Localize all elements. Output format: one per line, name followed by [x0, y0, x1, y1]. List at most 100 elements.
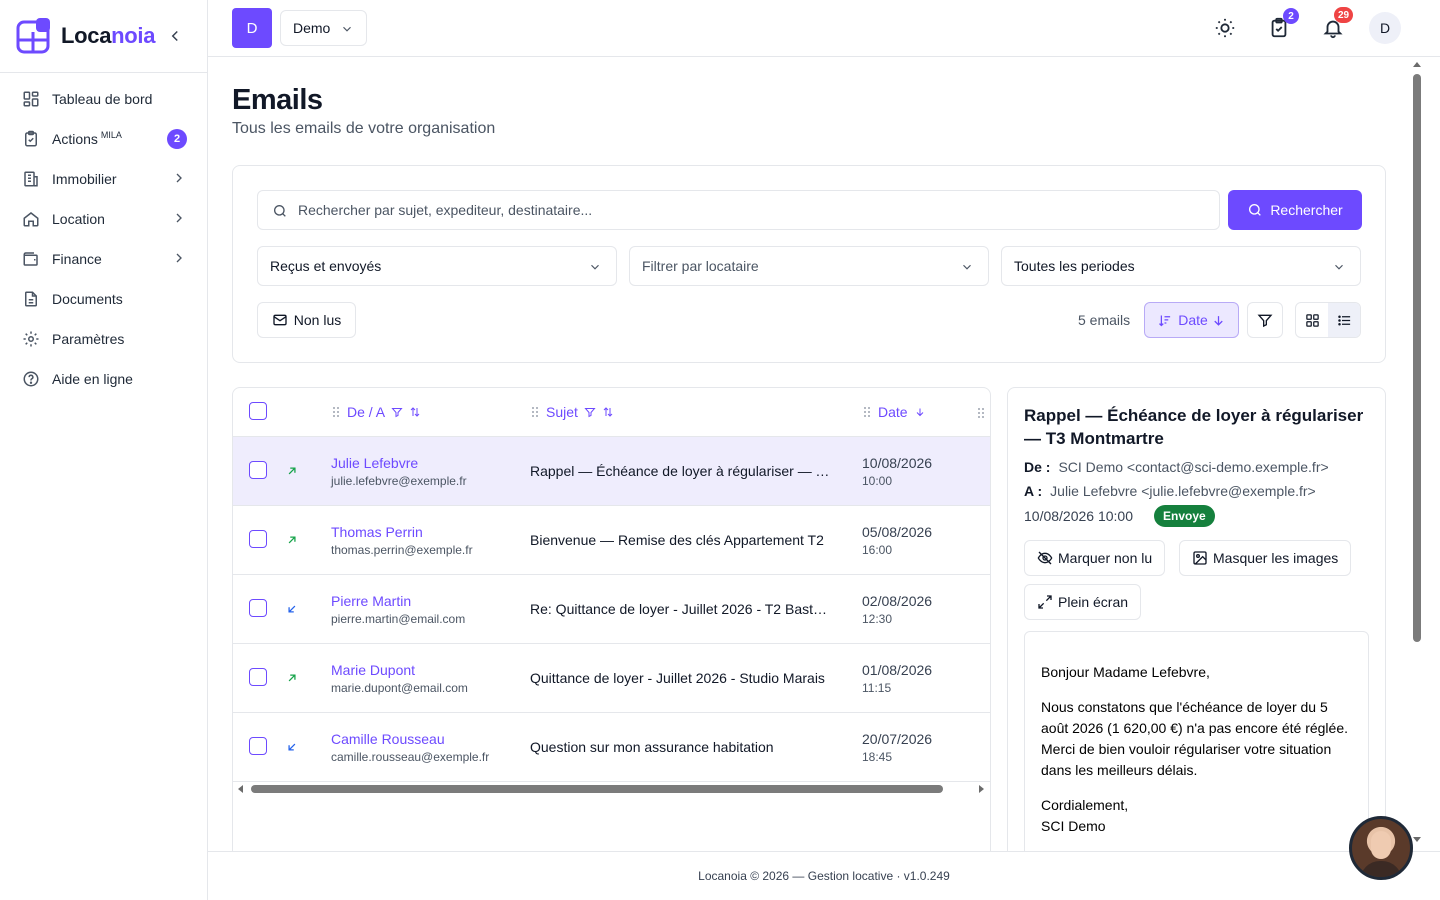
- chevron-down-icon: [960, 260, 974, 274]
- to-value: Julie Lefebvre <julie.lefebvre@exemple.f…: [1050, 483, 1316, 499]
- sort-icon: [1157, 313, 1172, 328]
- email-date: 05/08/2026: [862, 524, 933, 540]
- row-checkbox[interactable]: [249, 599, 267, 617]
- email-date: 02/08/2026: [862, 593, 933, 609]
- email-time: 10:00: [862, 474, 893, 488]
- tenant-select[interactable]: Filtrer par locataire: [629, 246, 989, 286]
- search-icon: [1247, 202, 1263, 218]
- sidebar-item-actions[interactable]: Actions MILA 2: [0, 119, 207, 159]
- sort-label: Date: [1178, 312, 1208, 328]
- user-avatar[interactable]: D: [1369, 12, 1401, 44]
- column-header-date[interactable]: Date: [862, 404, 926, 420]
- scroll-right-arrow[interactable]: [979, 785, 984, 793]
- chevron-right-icon: [171, 210, 189, 228]
- scrollbar-thumb[interactable]: [1413, 74, 1421, 642]
- row-checkbox[interactable]: [249, 530, 267, 548]
- preview-from: De : SCI Demo <contact@sci-demo.exemple.f…: [1024, 459, 1329, 475]
- column-sort-icon[interactable]: [602, 406, 614, 418]
- org-switcher[interactable]: Demo: [280, 10, 367, 46]
- topbar: D Demo 2 29 D: [208, 0, 1440, 57]
- column-label: Sujet: [546, 404, 578, 420]
- filter-panel: Rechercher Reçus et envoyés Filtrer par …: [232, 165, 1386, 363]
- sidebar-item-label: Immobilier: [52, 171, 117, 187]
- page-scrollbar[interactable]: [1410, 57, 1424, 851]
- column-label: Date: [878, 404, 908, 420]
- search-field[interactable]: [257, 190, 1220, 230]
- row-checkbox[interactable]: [249, 737, 267, 755]
- column-sort-icon[interactable]: [409, 406, 421, 418]
- contact-email: pierre.martin@email.com: [331, 612, 466, 626]
- fullscreen-button[interactable]: Plein écran: [1024, 584, 1142, 620]
- drag-handle-icon[interactable]: [976, 407, 986, 419]
- search-input[interactable]: [298, 202, 1219, 218]
- collapse-sidebar-icon[interactable]: [166, 27, 184, 45]
- sun-icon[interactable]: [1214, 17, 1236, 39]
- advanced-filter-button[interactable]: [1247, 302, 1283, 338]
- assistant-avatar[interactable]: [1349, 816, 1413, 880]
- mila-superscript: MILA: [100, 130, 122, 140]
- document-icon: [22, 290, 40, 308]
- grid-view-button[interactable]: [1296, 303, 1328, 337]
- drag-handle-icon[interactable]: [862, 406, 872, 418]
- sidebar-item-parametres[interactable]: Paramètres: [0, 319, 207, 359]
- hide-images-button[interactable]: Masquer les images: [1179, 540, 1352, 576]
- email-subject: Question sur mon assurance habitation: [530, 739, 774, 755]
- scroll-left-arrow[interactable]: [238, 785, 243, 793]
- row-checkbox[interactable]: [249, 461, 267, 479]
- table-row[interactable]: Thomas Perrin thomas.perrin@exemple.fr B…: [233, 506, 990, 575]
- column-filter-icon[interactable]: [391, 406, 403, 418]
- chevron-down-icon: [1332, 260, 1346, 274]
- contact-name[interactable]: Pierre Martin: [331, 593, 411, 609]
- column-header-subject[interactable]: Sujet: [530, 404, 614, 420]
- body-greeting: Bonjour Madame Lefebvre,: [1041, 664, 1210, 680]
- help-circle-icon: [22, 370, 40, 388]
- email-time: 16:00: [862, 543, 893, 557]
- contact-name[interactable]: Camille Rousseau: [331, 731, 445, 747]
- org-avatar[interactable]: D: [232, 8, 272, 48]
- unread-filter-button[interactable]: Non lus: [257, 302, 356, 338]
- list-view-button[interactable]: [1328, 303, 1360, 337]
- chevron-down-icon: [588, 260, 602, 274]
- mark-unread-button[interactable]: Marquer non lu: [1024, 540, 1166, 576]
- wallet-icon: [22, 250, 40, 268]
- sidebar-item-documents[interactable]: Documents: [0, 279, 207, 319]
- sidebar-item-location[interactable]: Location: [0, 199, 207, 239]
- sort-button[interactable]: Date: [1144, 302, 1239, 338]
- sent-arrow-icon: [285, 671, 299, 685]
- period-select[interactable]: Toutes les periodes: [1001, 246, 1361, 286]
- logo-text: Locanoia: [61, 23, 156, 48]
- grid-icon: [1305, 313, 1320, 328]
- tasks-badge: 2: [1283, 8, 1299, 24]
- scrollbar-thumb[interactable]: [251, 785, 943, 793]
- sidebar-item-finance[interactable]: Finance: [0, 239, 207, 279]
- table-row[interactable]: Marie Dupont marie.dupont@email.com Quit…: [233, 644, 990, 713]
- table-row[interactable]: Camille Rousseau camille.rousseau@exempl…: [233, 713, 990, 782]
- drag-handle-icon[interactable]: [331, 406, 341, 418]
- select-all-checkbox[interactable]: [249, 402, 267, 420]
- scroll-up-arrow[interactable]: [1413, 62, 1421, 67]
- sidebar-item-immobilier[interactable]: Immobilier: [0, 159, 207, 199]
- sidebar-item-label: Aide en ligne: [52, 371, 133, 387]
- sidebar-item-dashboard[interactable]: Tableau de bord: [0, 79, 207, 119]
- search-button[interactable]: Rechercher: [1228, 190, 1362, 230]
- arrow-down-icon[interactable]: [914, 406, 926, 418]
- contact-name[interactable]: Marie Dupont: [331, 662, 415, 678]
- row-checkbox[interactable]: [249, 668, 267, 686]
- contact-name[interactable]: Thomas Perrin: [331, 524, 423, 540]
- table-row[interactable]: Julie Lefebvre julie.lefebvre@exemple.fr…: [233, 437, 990, 506]
- column-header-from-to[interactable]: De / A: [331, 404, 421, 420]
- contact-name[interactable]: Julie Lefebvre: [331, 455, 418, 471]
- notifications-badge: 29: [1334, 7, 1354, 23]
- horizontal-scrollbar[interactable]: [233, 779, 990, 799]
- column-filter-icon[interactable]: [584, 406, 596, 418]
- table-row[interactable]: Pierre Martin pierre.martin@email.com Re…: [233, 575, 990, 644]
- direction-select[interactable]: Reçus et envoyés: [257, 246, 617, 286]
- scroll-down-arrow[interactable]: [1413, 837, 1421, 842]
- footer: Locanoia © 2026 — Gestion locative · v1.…: [208, 851, 1440, 900]
- sidebar-item-aide[interactable]: Aide en ligne: [0, 359, 207, 399]
- arrow-down-icon: [1211, 313, 1226, 328]
- drag-handle-icon[interactable]: [530, 406, 540, 418]
- sidebar-nav: Tableau de bord Actions MILA 2 Immobilier…: [0, 73, 207, 399]
- email-date: 20/07/2026: [862, 731, 933, 747]
- to-label: A :: [1024, 483, 1043, 499]
